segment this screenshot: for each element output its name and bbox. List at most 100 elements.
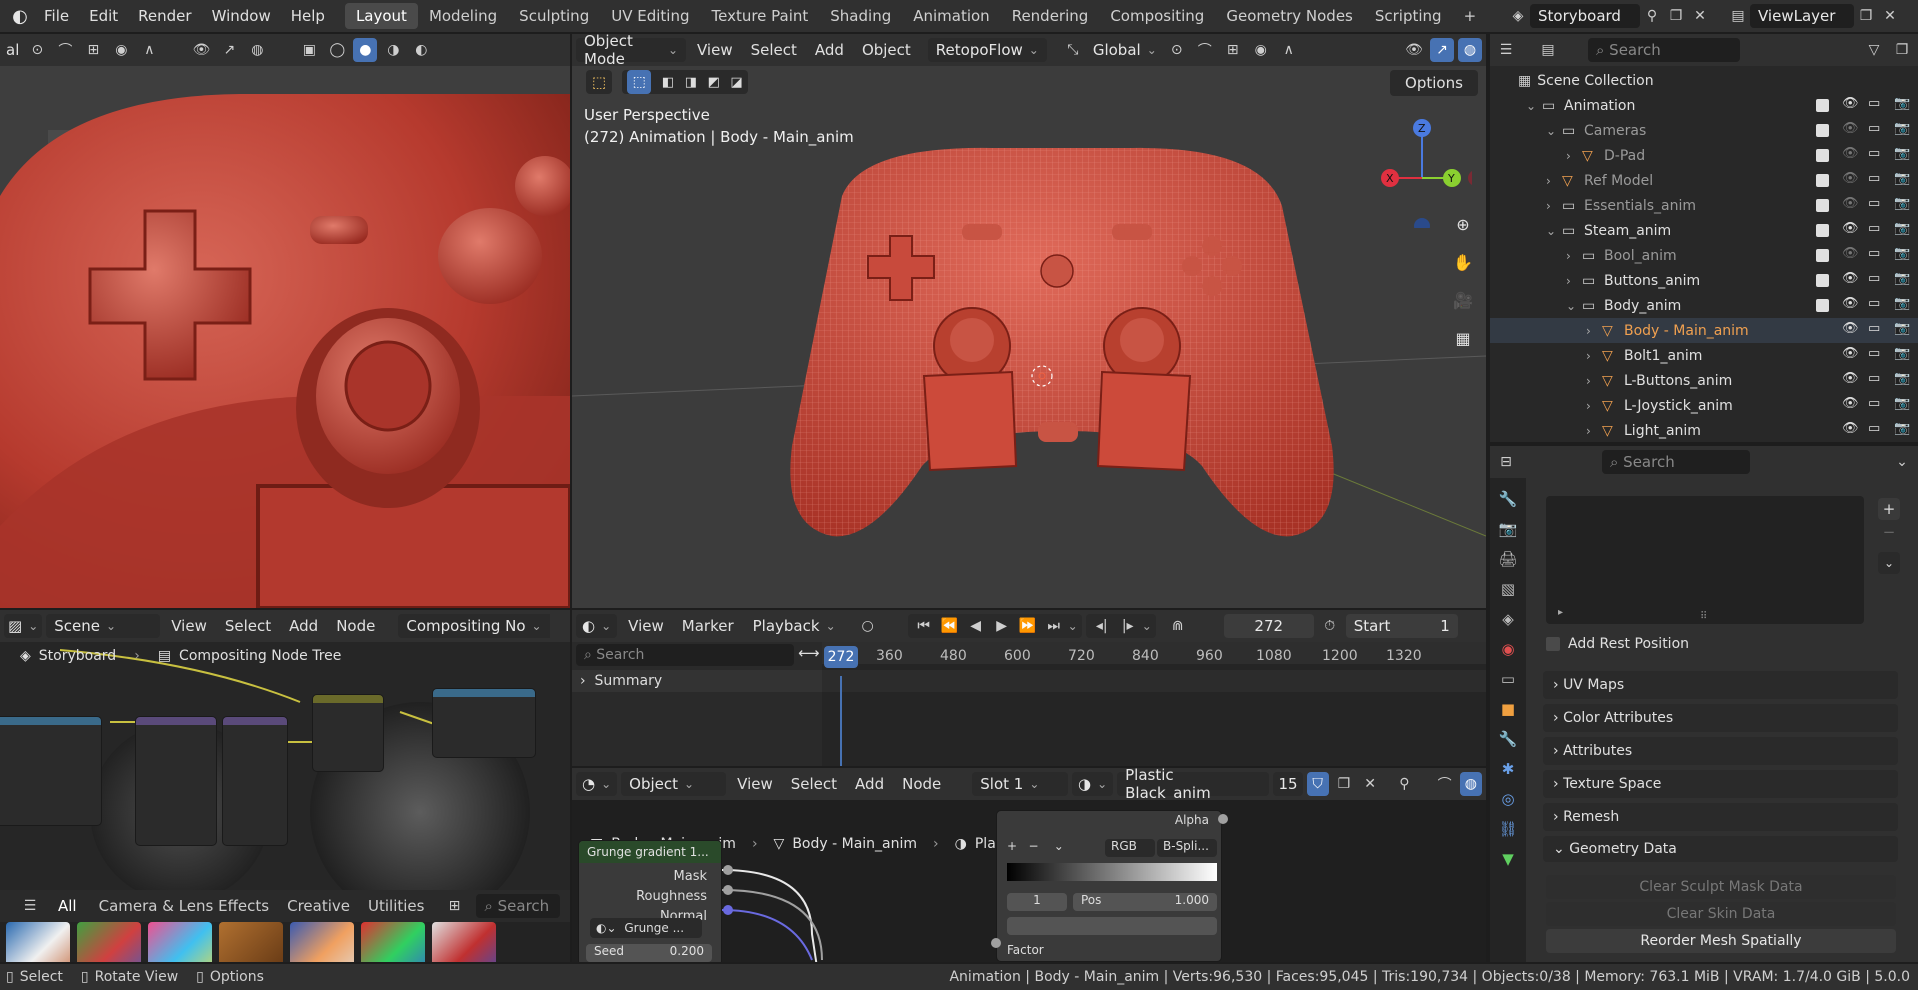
pin-icon[interactable]: ⚲ <box>1640 4 1664 28</box>
alpha-output-socket[interactable] <box>1218 814 1228 824</box>
proportional-falloff-icon[interactable]: ∧ <box>1277 38 1301 62</box>
scene-collection-row[interactable]: ▦ Scene Collection <box>1490 68 1918 93</box>
monitor-icon[interactable]: ▭ <box>1868 171 1880 186</box>
jump-end-icon[interactable]: ⏭ <box>1042 614 1066 638</box>
output-tab-icon[interactable]: 🖨 <box>1498 550 1517 568</box>
viewport-menu-object[interactable]: Object <box>855 41 918 59</box>
visibility-icon[interactable]: 👁 <box>189 38 213 62</box>
record-icon[interactable]: ○ <box>856 614 880 638</box>
fake-user-icon[interactable]: ⛉ <box>1306 772 1329 796</box>
seed-field[interactable]: Seed 0.200 <box>586 944 712 962</box>
physics-tab-icon[interactable]: ◎ <box>1501 790 1514 808</box>
asset-thumb-6[interactable] <box>361 922 425 962</box>
current-frame-field[interactable]: 272 <box>1223 614 1314 638</box>
snap-increment-icon[interactable]: ⊞ <box>1221 38 1245 62</box>
menu-render[interactable]: Render <box>128 0 201 32</box>
monitor-icon[interactable]: ▭ <box>1868 296 1880 311</box>
tab-texture-paint[interactable]: Texture Paint <box>700 3 819 29</box>
add-rest-position-checkbox[interactable]: Add Rest Position <box>1546 636 1689 652</box>
add-workspace-button[interactable]: + <box>1453 3 1488 29</box>
add-rest-position-box[interactable] <box>1546 637 1560 651</box>
timeline-search-field[interactable]: ⌕ Search <box>576 644 794 666</box>
eye-icon[interactable]: 👁 <box>1842 421 1859 436</box>
monitor-icon[interactable]: ▭ <box>1868 271 1880 286</box>
new-scene-icon[interactable]: ❐ <box>1664 4 1688 28</box>
overlay-icon[interactable]: ◍ <box>245 38 269 62</box>
geometry-data-section[interactable]: ⌄ Geometry Data <box>1543 836 1898 862</box>
outliner-row[interactable]: › ▽ L-Joystick_anim 👁 ▭ 📷 <box>1490 393 1918 418</box>
pan-hand-icon[interactable]: ✋ <box>1449 248 1477 276</box>
shader-menu-node[interactable]: Node <box>895 775 948 793</box>
pivot-icon[interactable]: ⊙ <box>1165 38 1189 62</box>
exclude-checkbox[interactable] <box>1816 299 1829 312</box>
tab-uv-editing[interactable]: UV Editing <box>600 3 700 29</box>
monitor-icon[interactable]: ▭ <box>1868 121 1880 136</box>
exclude-checkbox[interactable] <box>1816 124 1829 137</box>
color-ramp-node[interactable]: Alpha + − ⌄ RGB B-Spli... 1 Pos 1.000 Fac… <box>996 810 1222 962</box>
shader-menu-view[interactable]: View <box>730 775 780 793</box>
play-reverse-icon[interactable]: ◀ <box>964 614 988 638</box>
breadcrumb-storyboard[interactable]: Storyboard <box>39 648 116 664</box>
shape-key-list[interactable]: ▸ ⠿ <box>1546 496 1864 624</box>
expand-chevron-icon[interactable]: › <box>1586 374 1602 388</box>
clear-sculpt-mask-button[interactable]: Clear Sculpt Mask Data <box>1546 875 1896 899</box>
delete-scene-icon[interactable]: ✕ <box>1688 4 1712 28</box>
monitor-icon[interactable]: ▭ <box>1868 146 1880 161</box>
reorder-mesh-button[interactable]: Reorder Mesh Spatially <box>1546 929 1896 953</box>
playhead-line[interactable] <box>840 676 842 766</box>
data-tab-icon[interactable]: ▼ <box>1502 850 1514 868</box>
texture-space-section[interactable]: › Texture Space <box>1543 770 1898 798</box>
transform-pivot-icon[interactable]: ⊙ <box>25 38 49 62</box>
ramp-mode-dropdown[interactable]: RGB <box>1105 839 1155 857</box>
timeline-menu-marker[interactable]: Marker <box>675 617 741 635</box>
monitor-icon[interactable]: ▭ <box>1868 421 1880 436</box>
xray-icon[interactable]: ▣ <box>297 38 321 62</box>
expand-chevron-icon[interactable]: › <box>1586 349 1602 363</box>
orientation-icon[interactable]: ⤡ <box>1061 38 1085 62</box>
monitor-icon[interactable]: ▭ <box>1868 221 1880 236</box>
eye-icon[interactable]: 👁 <box>1842 221 1859 236</box>
shader-object-dropdown[interactable]: Object <box>621 772 727 796</box>
display-mode-icon[interactable]: ▤ <box>1536 38 1560 62</box>
tab-animation[interactable]: Animation <box>902 3 1000 29</box>
outliner-editor-icon[interactable]: ☰ <box>1494 38 1518 62</box>
exclude-checkbox[interactable] <box>1816 249 1829 262</box>
ramp-color-swatch[interactable] <box>1007 917 1217 935</box>
shading-rendered-icon[interactable]: ◐ <box>409 38 433 62</box>
falloff-icon[interactable]: ∧ <box>137 38 161 62</box>
camera-icon[interactable]: 📷 <box>1894 396 1910 411</box>
asset-thumb-3[interactable] <box>148 922 212 962</box>
outliner-row[interactable]: ⌄ ▭ Steam_anim 👁 ▭ 📷 <box>1490 218 1918 243</box>
camera-icon[interactable]: 📷 <box>1894 221 1910 236</box>
mask-output-socket[interactable] <box>723 865 733 875</box>
tab-shading[interactable]: Shading <box>819 3 902 29</box>
add-shape-key-button[interactable]: + <box>1878 498 1900 520</box>
constraints-tab-icon[interactable]: ⛓ <box>1498 820 1517 838</box>
delete-viewlayer-icon[interactable]: ✕ <box>1878 4 1902 28</box>
group-datablock-field[interactable]: ◐⌄ Grunge ... <box>590 918 702 938</box>
eye-icon[interactable]: 👁 <box>1842 371 1859 386</box>
expand-chevron-icon[interactable]: › <box>1586 424 1602 438</box>
exclude-checkbox[interactable] <box>1816 149 1829 162</box>
viewport-visibility-icon[interactable]: 👁 <box>1402 38 1426 62</box>
eye-icon[interactable]: 👁 <box>1842 296 1859 311</box>
retopoflow-dropdown[interactable]: RetopoFlow <box>927 38 1047 62</box>
asset-thumb-4[interactable] <box>219 922 283 962</box>
compositor-scene-dropdown[interactable]: Scene <box>46 614 161 638</box>
camera-view-icon[interactable]: 🎥 <box>1449 286 1477 314</box>
summary-row[interactable]: › Summary <box>572 670 822 692</box>
particles-tab-icon[interactable]: ✱ <box>1502 760 1515 778</box>
unlink-material-icon[interactable]: ✕ <box>1359 772 1381 796</box>
exclude-checkbox[interactable] <box>1816 224 1829 237</box>
camera-icon[interactable]: 📷 <box>1894 421 1910 436</box>
shader-editor-type[interactable]: ◔ <box>576 772 618 796</box>
modifier-tab-icon[interactable]: 🔧 <box>1499 730 1518 748</box>
shader-canvas[interactable]: ■ Body - Main_anim › ▽ Body - Main_anim … <box>572 800 1486 962</box>
expand-chevron-icon[interactable]: ⌄ <box>1546 224 1562 238</box>
expand-chevron-icon[interactable]: › <box>1566 249 1582 263</box>
expand-chevron-icon[interactable]: ⌄ <box>1546 124 1562 138</box>
tab-layout[interactable]: Layout <box>344 3 418 29</box>
outliner-row[interactable]: › ▽ Bolt1_anim 👁 ▭ 📷 <box>1490 343 1918 368</box>
new-viewlayer-icon[interactable]: ❐ <box>1854 4 1878 28</box>
compositor-node-glare-2[interactable] <box>222 716 288 846</box>
